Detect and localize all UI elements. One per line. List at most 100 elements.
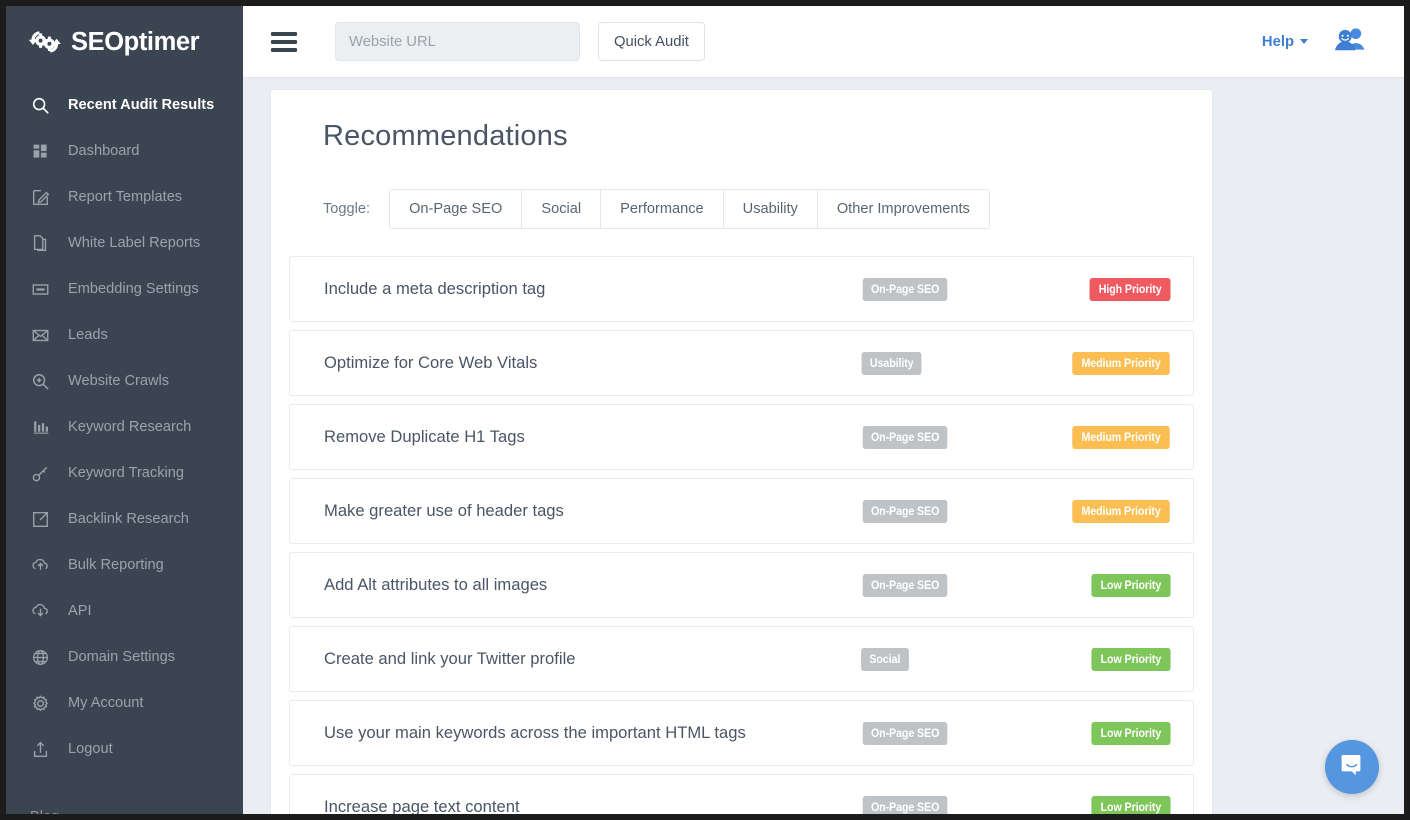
sidebar-item-label: Keyword Tracking (68, 465, 184, 481)
priority-slot: Low Priority (1049, 722, 1174, 745)
recommendation-badges: On-Page SEO High Priority (859, 278, 1174, 301)
category-slot: On-Page SEO (859, 796, 1049, 815)
sidebar-item-website-crawls[interactable]: Website Crawls (6, 358, 243, 404)
tab-social[interactable]: Social (522, 190, 601, 228)
recommendation-title: Increase page text content (324, 797, 520, 814)
category-badge: On-Page SEO (863, 426, 948, 449)
pencil-square-icon (30, 187, 51, 208)
priority-slot: Low Priority (1049, 796, 1174, 815)
recommendation-title: Use your main keywords across the import… (324, 723, 746, 743)
sidebar-item-recent-audit-results[interactable]: Recent Audit Results (6, 82, 243, 128)
recommendation-badges: On-Page SEO Medium Priority (859, 426, 1174, 449)
tab-usability[interactable]: Usability (724, 190, 818, 228)
sidebar-item-blog[interactable]: Blog (6, 794, 243, 814)
recommendations-list: Include a meta description tag On-Page SE… (289, 256, 1194, 814)
sidebar-item-label: Recent Audit Results (68, 97, 214, 113)
recommendation-row[interactable]: Remove Duplicate H1 Tags On-Page SEO Mediu… (289, 404, 1194, 470)
sidebar-item-keyword-tracking[interactable]: Keyword Tracking (6, 450, 243, 496)
priority-slot: Medium Priority (1049, 426, 1174, 449)
recommendation-row[interactable]: Optimize for Core Web VitalsUsabilityMed… (289, 330, 1194, 396)
sidebar-item-logout[interactable]: Logout (6, 726, 243, 772)
category-badge: On-Page SEO (863, 796, 948, 815)
priority-badge: Medium Priority (1072, 352, 1170, 375)
tab-on-page-seo[interactable]: On-Page SEO (390, 190, 522, 228)
recommendation-row[interactable]: Add Alt attributes to all imagesOn-Page … (289, 552, 1194, 618)
recommendation-row[interactable]: Create and link your Twitter profile Soci… (289, 626, 1194, 692)
sidebar-item-report-templates[interactable]: Report Templates (6, 174, 243, 220)
sidebar-item-label: Bulk Reporting (68, 557, 164, 573)
sidebar-item-domain-settings[interactable]: Domain Settings (6, 634, 243, 680)
recommendation-row[interactable]: Include a meta description tag On-Page SE… (289, 256, 1194, 322)
category-slot: On-Page SEO (859, 722, 1049, 745)
quick-audit-button[interactable]: Quick Audit (598, 22, 705, 61)
recommendation-row[interactable]: Make greater use of header tags On-Page S… (289, 478, 1194, 544)
bar-chart-icon (30, 417, 51, 438)
sidebar-item-label: Domain Settings (68, 649, 175, 665)
sidebar-item-dashboard[interactable]: Dashboard (6, 128, 243, 174)
sidebar-item-label: Embedding Settings (68, 281, 199, 297)
category-slot: Social (859, 648, 1049, 671)
logout-icon (30, 739, 51, 760)
priority-badge: Low Priority (1092, 648, 1171, 671)
tab-performance[interactable]: Performance (601, 190, 724, 228)
priority-badge: Low Priority (1092, 796, 1171, 815)
recommendation-badges: On-Page SEOMedium Priority (859, 500, 1174, 523)
priority-badge: Low Priority (1092, 574, 1171, 597)
sidebar-item-backlink-research[interactable]: Backlink Research (6, 496, 243, 542)
recommendation-row[interactable]: Use your main keywords across the import… (289, 700, 1194, 766)
sidebar-item-label: White Label Reports (68, 235, 200, 251)
category-tab-group: On-Page SEOSocialPerformanceUsabilityOth… (389, 189, 990, 229)
priority-slot: High Priority (1049, 278, 1174, 301)
sidebar-nav: Recent Audit Results Dashboard Repo (6, 82, 243, 772)
sidebar-item-label: Website Crawls (68, 373, 169, 389)
recommendation-title: Make greater use of header tags (324, 501, 564, 521)
header-actions: Help (1262, 26, 1366, 57)
toggle-row: Toggle: On-Page SEOSocialPerformanceUsab… (323, 189, 1212, 229)
brand-logo[interactable]: SEOptimer (6, 6, 243, 78)
gear-icon (30, 693, 51, 714)
sidebar-item-leads[interactable]: Leads (6, 312, 243, 358)
sidebar-item-white-label-reports[interactable]: White Label Reports (6, 220, 243, 266)
sidebar-item-label: Blog (30, 809, 59, 814)
category-slot: On-Page SEO (859, 574, 1049, 597)
category-badge: On-Page SEO (863, 278, 948, 301)
recommendation-badges: On-Page SEO Low Priority (859, 574, 1174, 597)
sidebar-item-label: My Account (68, 695, 143, 711)
category-slot: On-Page SEO (859, 500, 1049, 523)
priority-badge: Low Priority (1092, 722, 1171, 745)
users-avatar-icon[interactable] (1334, 26, 1366, 57)
gears-cycle-icon (28, 25, 62, 59)
help-menu[interactable]: Help (1262, 34, 1308, 50)
cloud-upload-icon (30, 555, 51, 576)
sidebar-item-embedding-settings[interactable]: Embedding Settings (6, 266, 243, 312)
search-input[interactable] (335, 22, 580, 61)
embed-box-icon (30, 279, 51, 300)
page-title: Recommendations (323, 120, 1212, 153)
hamburger-icon[interactable] (271, 32, 297, 52)
sidebar-item-api[interactable]: API (6, 588, 243, 634)
recommendation-badges: Usability Medium Priority (859, 352, 1174, 375)
sidebar-item-keyword-research[interactable]: Keyword Research (6, 404, 243, 450)
category-slot: Usability (859, 352, 1049, 375)
chat-launcher-button[interactable] (1325, 740, 1379, 794)
recommendation-title: Remove Duplicate H1 Tags (324, 427, 525, 447)
sidebar-item-bulk-reporting[interactable]: Bulk Reporting (6, 542, 243, 588)
app-window: SEOptimer Recent Audit Results (6, 6, 1404, 814)
priority-slot: Medium Priority (1049, 352, 1174, 375)
sidebar-item-label: Report Templates (68, 189, 182, 205)
main-content: Recommendations Toggle: On-Page SEOSocia… (243, 78, 1404, 814)
grid-icon (30, 141, 51, 162)
recommendation-title: Include a meta description tag (324, 279, 545, 299)
cloud-download-icon (30, 601, 51, 622)
tab-other-improvements[interactable]: Other Improvements (818, 190, 989, 228)
recommendation-title: Create and link your Twitter profile (324, 649, 575, 669)
caret-down-icon (1300, 39, 1308, 44)
sidebar-item-label: Logout (68, 741, 113, 757)
help-label: Help (1262, 34, 1294, 50)
sidebar-item-my-account[interactable]: My Account (6, 680, 243, 726)
category-slot: On-Page SEO (859, 278, 1049, 301)
brand-name: SEOptimer (71, 28, 199, 57)
recommendation-row[interactable]: Increase page text content On-Page SEO Low… (289, 774, 1194, 814)
category-badge: Usability (862, 352, 922, 375)
toggle-label: Toggle: (323, 201, 370, 217)
